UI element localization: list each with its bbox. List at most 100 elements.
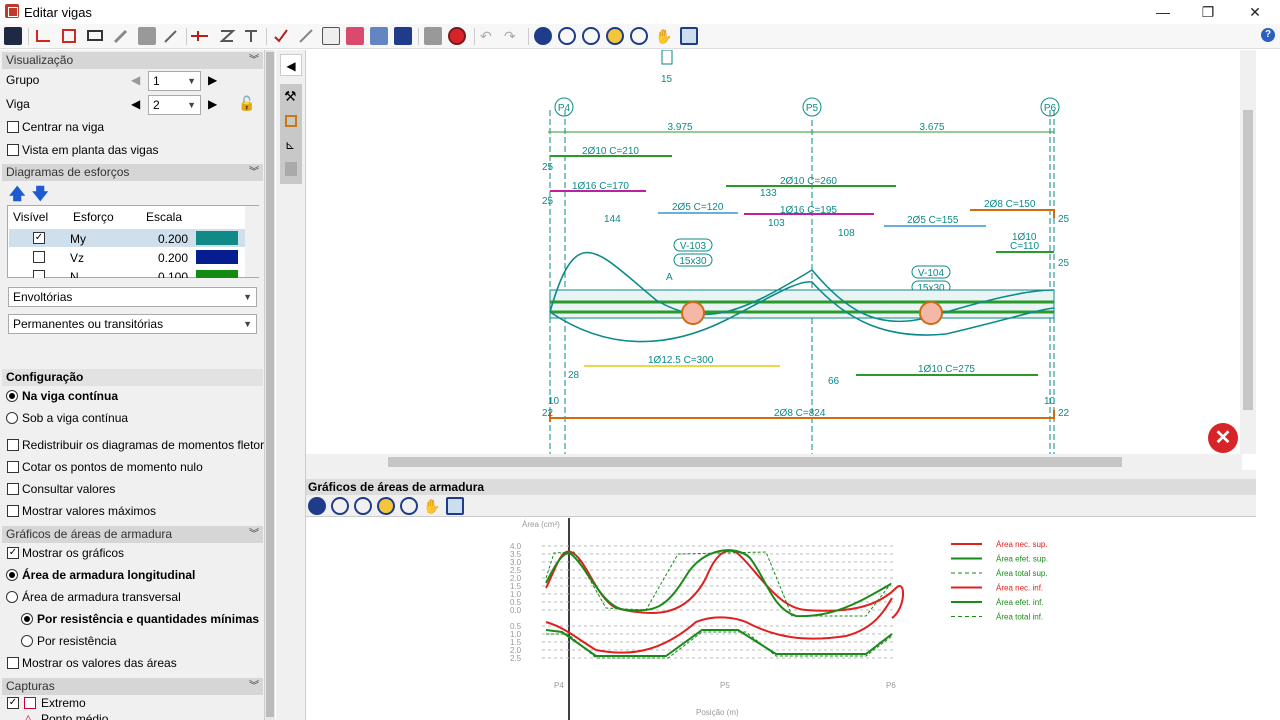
row-my-color[interactable] — [196, 231, 238, 245]
combinacao-select[interactable]: Permanentes ou transitórias ▼ — [8, 314, 257, 334]
frame-icon[interactable] — [285, 115, 297, 127]
graph-xlabel: Posição (m) — [696, 708, 739, 717]
graph-zoom-refresh-icon[interactable] — [377, 497, 395, 515]
consultar-label: Consultar valores — [22, 482, 116, 496]
res-radio[interactable] — [21, 635, 33, 647]
legend-label: Área nec. sup. — [996, 540, 1048, 549]
valores-areas-checkbox[interactable] — [7, 657, 19, 669]
cancel-icon[interactable] — [448, 27, 466, 45]
row-n-escala[interactable]: 0.100 — [158, 270, 188, 278]
row-vz-checkbox[interactable] — [33, 251, 45, 263]
viga-next-icon[interactable]: ▶ — [208, 97, 217, 111]
lock-icon[interactable]: 🔓 — [238, 95, 255, 112]
area-long-radio[interactable] — [6, 569, 18, 581]
graph-window-icon[interactable] — [446, 497, 464, 515]
cotar-checkbox[interactable] — [7, 461, 19, 473]
print-icon[interactable] — [346, 27, 364, 45]
valores-areas-label: Mostrar os valores das áreas — [22, 656, 177, 670]
section-visualizacao[interactable]: Visualização ︾ — [2, 52, 263, 69]
maximize-button[interactable]: ❐ — [1188, 2, 1228, 22]
copy-icon[interactable] — [424, 27, 442, 45]
extremo-label: Extremo — [41, 696, 86, 710]
left-panel-scrollbar[interactable] — [265, 50, 275, 720]
consultar-checkbox[interactable] — [7, 483, 19, 495]
row-my-checkbox[interactable]: ✓ — [33, 232, 45, 244]
lbl-v103-size: 15x30 — [679, 256, 707, 267]
row-n-esforco: N — [70, 270, 79, 278]
graph-zoom-all-icon[interactable] — [308, 497, 326, 515]
collapse-icon[interactable]: ◀ — [280, 54, 302, 76]
drawing-horizontal-scrollbar[interactable] — [306, 454, 1242, 470]
row-vz-color[interactable] — [196, 250, 238, 264]
dimension-icon[interactable] — [218, 27, 236, 45]
pan-hand-icon[interactable]: ✋ — [655, 27, 673, 45]
zoom-window-icon[interactable] — [558, 27, 576, 45]
stirrup-icon[interactable] — [190, 27, 208, 45]
viga-select[interactable]: 2 ▼ — [148, 95, 201, 115]
undo-icon[interactable]: ↶ — [480, 27, 498, 45]
drawing-vertical-scrollbar[interactable] — [1240, 50, 1256, 454]
table-icon[interactable] — [242, 27, 260, 45]
area-graph[interactable]: Área (cm²) Posição (m) 4.03.53.02.52.01.… — [306, 518, 1256, 720]
monitor-icon[interactable] — [394, 27, 412, 45]
percent-icon[interactable] — [297, 27, 315, 45]
row-vz-escala[interactable]: 0.200 — [158, 251, 188, 265]
viga-prev-icon[interactable]: ◀ — [131, 97, 140, 111]
graph-zoom-x2-icon[interactable] — [354, 497, 372, 515]
redistribuir-checkbox[interactable] — [7, 439, 19, 451]
help-icon[interactable]: ? — [1261, 28, 1275, 42]
table-scrollbar[interactable] — [245, 206, 259, 277]
row-my-esforco: My — [70, 232, 86, 246]
pencil-icon[interactable] — [162, 27, 180, 45]
close-button[interactable]: ✕ — [1235, 2, 1275, 22]
export-icon[interactable] — [370, 27, 388, 45]
tools-icon[interactable]: ⚒ — [284, 88, 297, 105]
zoom-refresh-icon[interactable] — [606, 27, 624, 45]
mostrar-max-checkbox[interactable] — [7, 505, 19, 517]
lbl-d10a: 10 — [548, 396, 560, 407]
list-icon[interactable] — [322, 27, 340, 45]
beam-drawing[interactable]: 15 P4 P5 P6 3.975 3.675 2Ø10 C=210 1Ø16 … — [306, 50, 1256, 470]
zoom-x2-icon[interactable] — [582, 27, 600, 45]
opt-viga-continua-radio[interactable] — [6, 390, 18, 402]
grupo-next-icon[interactable]: ▶ — [208, 73, 217, 87]
section-icon[interactable] — [86, 27, 104, 45]
rectangle-icon[interactable] — [60, 27, 78, 45]
block-icon[interactable] — [138, 27, 156, 45]
mostrar-graficos-checkbox[interactable]: ✓ — [7, 547, 19, 559]
zoom-all-icon[interactable] — [534, 27, 552, 45]
row-n-color[interactable] — [196, 270, 238, 278]
section-graficos[interactable]: Gráficos de áreas de armadura ︾ — [2, 526, 263, 543]
graph-pan-hand-icon[interactable]: ✋ — [423, 497, 441, 515]
grupo-select[interactable]: 1 ▼ — [148, 71, 201, 91]
window-icon[interactable] — [680, 27, 698, 45]
area-transv-radio[interactable] — [6, 591, 18, 603]
zoom-out-icon[interactable] — [630, 27, 648, 45]
graph-zoom-window-icon[interactable] — [331, 497, 349, 515]
row-n-checkbox[interactable] — [33, 270, 45, 278]
section-capturas[interactable]: Capturas ︾ — [2, 678, 263, 695]
redo-icon[interactable]: ↷ — [504, 27, 522, 45]
edit-icon[interactable] — [112, 27, 130, 45]
col-esforco: Esforço — [73, 210, 114, 224]
vista-label: Vista em planta das vigas — [22, 143, 159, 157]
opt-sob-viga-radio[interactable] — [6, 412, 18, 424]
check-icon[interactable] — [272, 27, 290, 45]
minimize-button[interactable]: — — [1143, 2, 1183, 22]
close-drawing-icon[interactable]: ✕ — [1208, 423, 1238, 453]
vista-checkbox[interactable] — [7, 144, 19, 156]
beam-section-icon[interactable] — [34, 27, 52, 45]
grupo-prev-icon[interactable]: ◀ — [131, 73, 140, 87]
lbl-v104: V-104 — [918, 268, 945, 279]
extremo-checkbox[interactable]: ✓ — [7, 697, 19, 709]
disabled-tool-icon[interactable] — [285, 162, 297, 176]
envolvente-select[interactable]: Envoltórias ▼ — [8, 287, 257, 307]
panel-splitter[interactable] — [306, 470, 1256, 479]
row-my-escala[interactable]: 0.200 — [158, 232, 188, 246]
save-icon[interactable] — [4, 27, 22, 45]
section-diagramas[interactable]: Diagramas de esforços ︾ — [2, 164, 263, 181]
resmin-radio[interactable] — [21, 613, 33, 625]
graph-zoom-out-icon[interactable] — [400, 497, 418, 515]
angle-icon[interactable]: ⊾ — [285, 138, 295, 152]
centrar-checkbox[interactable] — [7, 121, 19, 133]
